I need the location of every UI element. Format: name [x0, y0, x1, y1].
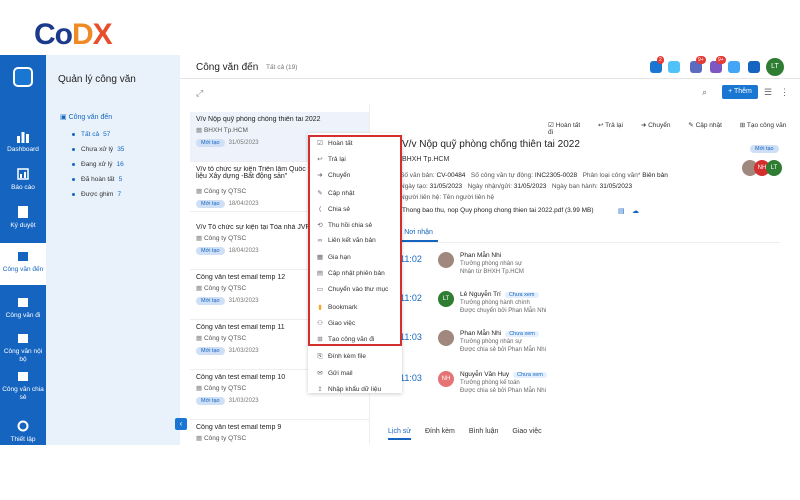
rail-dashboard[interactable]: Dashboard — [0, 129, 46, 154]
entry-time: 11:03 — [400, 373, 422, 383]
detail-divider — [380, 242, 780, 243]
toolbar-forward[interactable]: ➜ Chuyển — [641, 122, 679, 129]
home-icon[interactable] — [728, 61, 740, 73]
page-count: Tất cả (19) — [266, 64, 298, 71]
import-icon: ⇪ — [317, 386, 323, 393]
bullet-icon — [72, 162, 75, 166]
avatar: NH — [438, 371, 454, 387]
bullet-icon — [72, 147, 75, 151]
view-file-icon[interactable]: ▤ — [618, 207, 625, 215]
detail-row-1: Số văn bản: CV-00484 Số công văn tự động… — [400, 172, 668, 179]
rail-shared[interactable]: Công văn chia sẻ — [0, 369, 46, 402]
inbox-icon — [18, 252, 28, 261]
search-icon[interactable]: ⌕ — [702, 87, 707, 98]
add-button[interactable]: + Thêm — [722, 85, 758, 99]
tab-attachments[interactable]: Đính kèm — [425, 428, 455, 435]
toolbar-update[interactable]: ✎ Cập nhật — [688, 122, 730, 129]
download-icon[interactable]: ☁ — [632, 207, 639, 215]
tab-history[interactable]: Lịch sử — [388, 428, 411, 440]
entry-time: 11:03 — [400, 332, 422, 342]
apps-badge: 9+ — [696, 56, 706, 64]
mail-icon: ✉ — [317, 370, 323, 377]
nav-sub-done[interactable]: Đã hoàn tất 5 — [72, 176, 122, 183]
tab-tasks[interactable]: Giao việc — [512, 428, 541, 435]
detail-contact: Người liên hệ: Tên người liên hệ — [400, 194, 495, 201]
menu-import-data[interactable]: ⇪ Nhập khẩu dữ liệu — [316, 385, 381, 393]
rail-settings[interactable]: Thiết lập — [0, 419, 46, 444]
entry-person: Lê Nguyễn Trí Chưa xem Trưởng phòng hành c… — [460, 291, 547, 314]
avatar: LT — [438, 291, 454, 307]
entry-person: Phan Mẫn Nhi Trưởng phòng nhân sự Nhận từ … — [460, 252, 524, 275]
chat-badge: 9+ — [716, 56, 726, 64]
detail-org: BHXH Tp.HCM — [402, 156, 450, 163]
nav-sub-pending[interactable]: Chưa xử lý 35 — [72, 146, 124, 153]
detail-row-2: Ngày tạo: 31/05/2023 Ngày nhận/gửi: 31/0… — [400, 183, 633, 190]
header-divider — [180, 78, 800, 79]
page-title: Công văn đến — [196, 62, 259, 73]
bottom-tabs: Lịch sử Đính kèm Bình luận Giao việc — [388, 428, 554, 440]
rail-incoming[interactable]: Công văn đến — [0, 243, 46, 285]
nav-sub-pinned[interactable]: Được ghim 7 — [72, 191, 121, 198]
avatar — [438, 330, 454, 346]
shared-doc-icon — [18, 372, 28, 381]
list-item[interactable]: Công văn test email temp 9Công ty QTSC — [190, 420, 369, 444]
tab-recipients[interactable]: ● Nơi nhận — [398, 229, 433, 236]
bullet-icon — [72, 192, 75, 196]
expand-icon[interactable]: ⤢ — [196, 88, 203, 99]
outbox-icon — [18, 298, 28, 307]
entry-person: Phan Mẫn Nhi Chưa xem Trưởng phòng nhân sự… — [460, 330, 546, 353]
rail-approval[interactable]: Ký duyệt — [0, 205, 46, 230]
entry-time: 11:02 — [400, 293, 422, 303]
menu-send-mail[interactable]: ✉ Gửi mail — [316, 369, 352, 377]
detail-toolbar: ☑ Hoàn tất ↩ Trả lại ➜ Chuyển ✎ Cập nhật… — [548, 121, 800, 136]
view-toggle-icon[interactable]: ☰ — [764, 87, 772, 98]
rail-outgoing[interactable]: Công văn đi — [0, 295, 46, 320]
more-icon[interactable]: ⋮ — [780, 87, 789, 98]
collapse-list-button[interactable]: ‹ — [175, 418, 187, 430]
internal-doc-icon — [18, 334, 28, 343]
bullet-icon — [72, 177, 75, 181]
tab-comments[interactable]: Bình luận — [469, 428, 499, 435]
bar-chart-icon — [17, 132, 29, 143]
pin-icon[interactable] — [668, 61, 680, 73]
highlight-box — [308, 135, 402, 346]
attach-icon: ⎘ — [317, 353, 323, 360]
toolbar-complete[interactable]: ☑ Hoàn tất — [548, 122, 588, 129]
avatar: LT — [766, 160, 782, 176]
nav-group-incoming[interactable]: ▣ Công văn đến — [60, 113, 112, 121]
sign-icon — [18, 206, 28, 218]
rail-internal[interactable]: Công văn nội bộ — [0, 331, 46, 364]
report-icon — [17, 168, 29, 180]
attachment-file[interactable]: Thong bao thu, nop Quy phong chong thien… — [402, 207, 594, 214]
codx-logo: CoDX — [34, 18, 113, 51]
nav-title: Quản lý công văn — [58, 74, 136, 85]
menu-attach-file[interactable]: ⎘ Đính kèm file — [316, 353, 366, 361]
detail-title: V/v Nộp quỹ phòng chống thiên tai 2022 — [402, 139, 580, 150]
nav-sub-all[interactable]: Tất cả 57 — [72, 131, 110, 138]
left-rail: Dashboard Báo cáo Ký duyệt Công văn đến … — [0, 55, 46, 445]
entry-person: Nguyễn Văn Huy Chưa xem Trưởng phòng kế to… — [460, 371, 547, 394]
entry-time: 11:02 — [400, 254, 422, 264]
avatar — [438, 252, 454, 268]
rail-reports[interactable]: Báo cáo — [0, 167, 46, 192]
user-avatar[interactable]: LT — [766, 58, 784, 76]
gear-icon — [17, 420, 29, 432]
grid-menu-icon[interactable] — [748, 61, 760, 73]
notification-badge: 2 — [657, 56, 664, 64]
toolbar-return[interactable]: ↩ Trả lại — [598, 122, 631, 129]
detail-status-badge: Mới tạo — [750, 145, 779, 153]
nav-sub-processing[interactable]: Đang xử lý 16 — [72, 161, 124, 168]
app-logo-icon[interactable] — [13, 67, 33, 87]
bullet-icon — [72, 132, 75, 136]
